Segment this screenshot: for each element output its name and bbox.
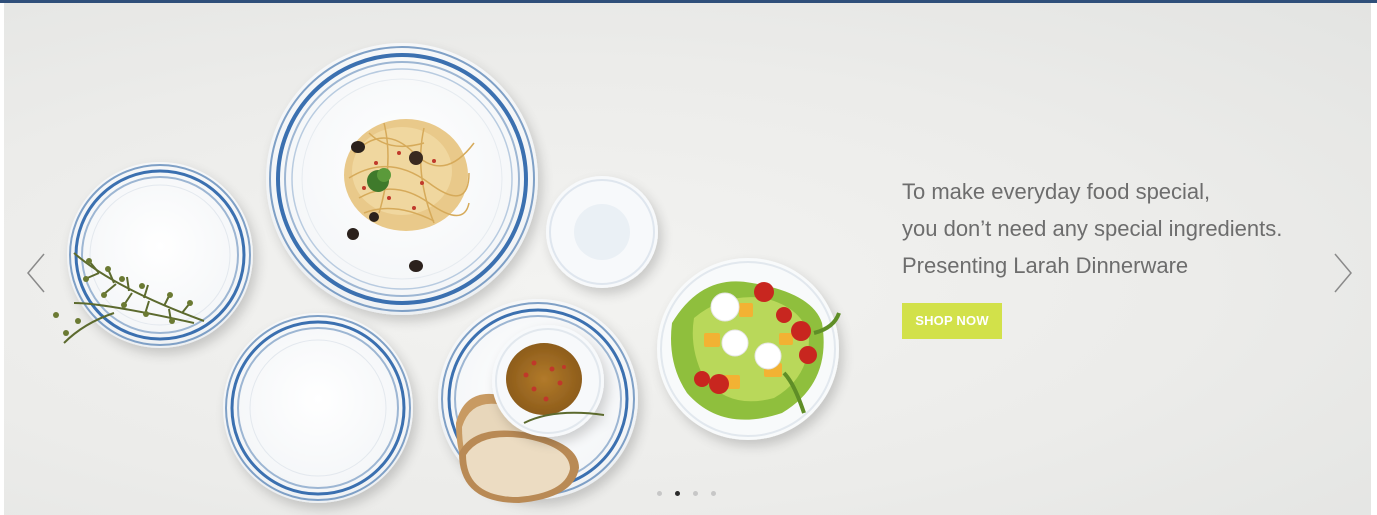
chevron-right-icon: [1334, 253, 1352, 293]
slide-frame: To make everyday food special, you don’t…: [4, 3, 1371, 515]
shop-now-button[interactable]: SHOP NOW: [902, 303, 1002, 339]
soup-bowl: [492, 325, 605, 437]
caption-line-3: Presenting Larah Dinnerware: [902, 253, 1189, 278]
next-slide-button[interactable]: [1321, 246, 1361, 300]
side-plate-bottom: [223, 313, 413, 503]
prev-slide-button[interactable]: [18, 246, 58, 300]
hero-slider: To make everyday food special, you don’t…: [0, 0, 1377, 515]
carousel-dots: [657, 491, 716, 499]
small-bowl: [546, 176, 658, 288]
carousel-dot-3[interactable]: [693, 491, 698, 496]
caption-line-2: you don’t need any special ingredients.: [902, 216, 1283, 241]
chevron-left-icon: [27, 253, 45, 293]
caption-line-1: To make everyday food special,: [902, 179, 1211, 204]
carousel-dot-2[interactable]: [675, 491, 680, 496]
carousel-dot-1[interactable]: [657, 491, 662, 496]
slide-caption: To make everyday food special, you don’t…: [902, 173, 1342, 284]
carousel-dot-4[interactable]: [711, 491, 716, 496]
